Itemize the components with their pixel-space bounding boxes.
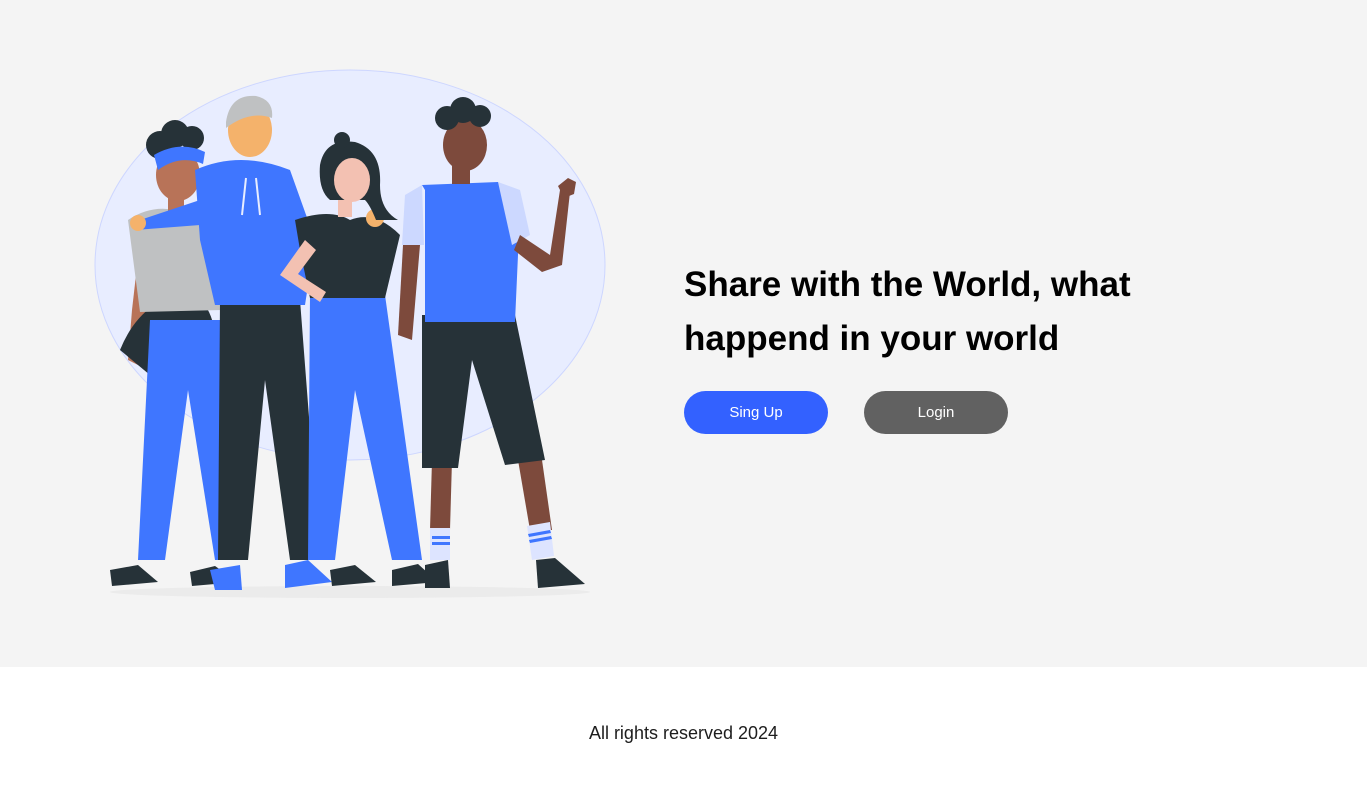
footer-copyright: All rights reserved 2024: [588, 723, 779, 743]
hero-section: Share with the World, what happend in yo…: [0, 0, 1367, 667]
footer: All rights reserved 2024: [0, 667, 1367, 804]
ground-shadow: [110, 586, 590, 598]
hero-content: Share with the World, what happend in yo…: [684, 258, 1204, 434]
login-button[interactable]: Login: [864, 391, 1008, 434]
group-of-friends-illustration: [94, 69, 606, 598]
hero-buttons: Sing Up Login: [684, 391, 1204, 434]
signup-button[interactable]: Sing Up: [684, 391, 828, 434]
hero-headline: Share with the World, what happend in yo…: [684, 265, 1131, 358]
